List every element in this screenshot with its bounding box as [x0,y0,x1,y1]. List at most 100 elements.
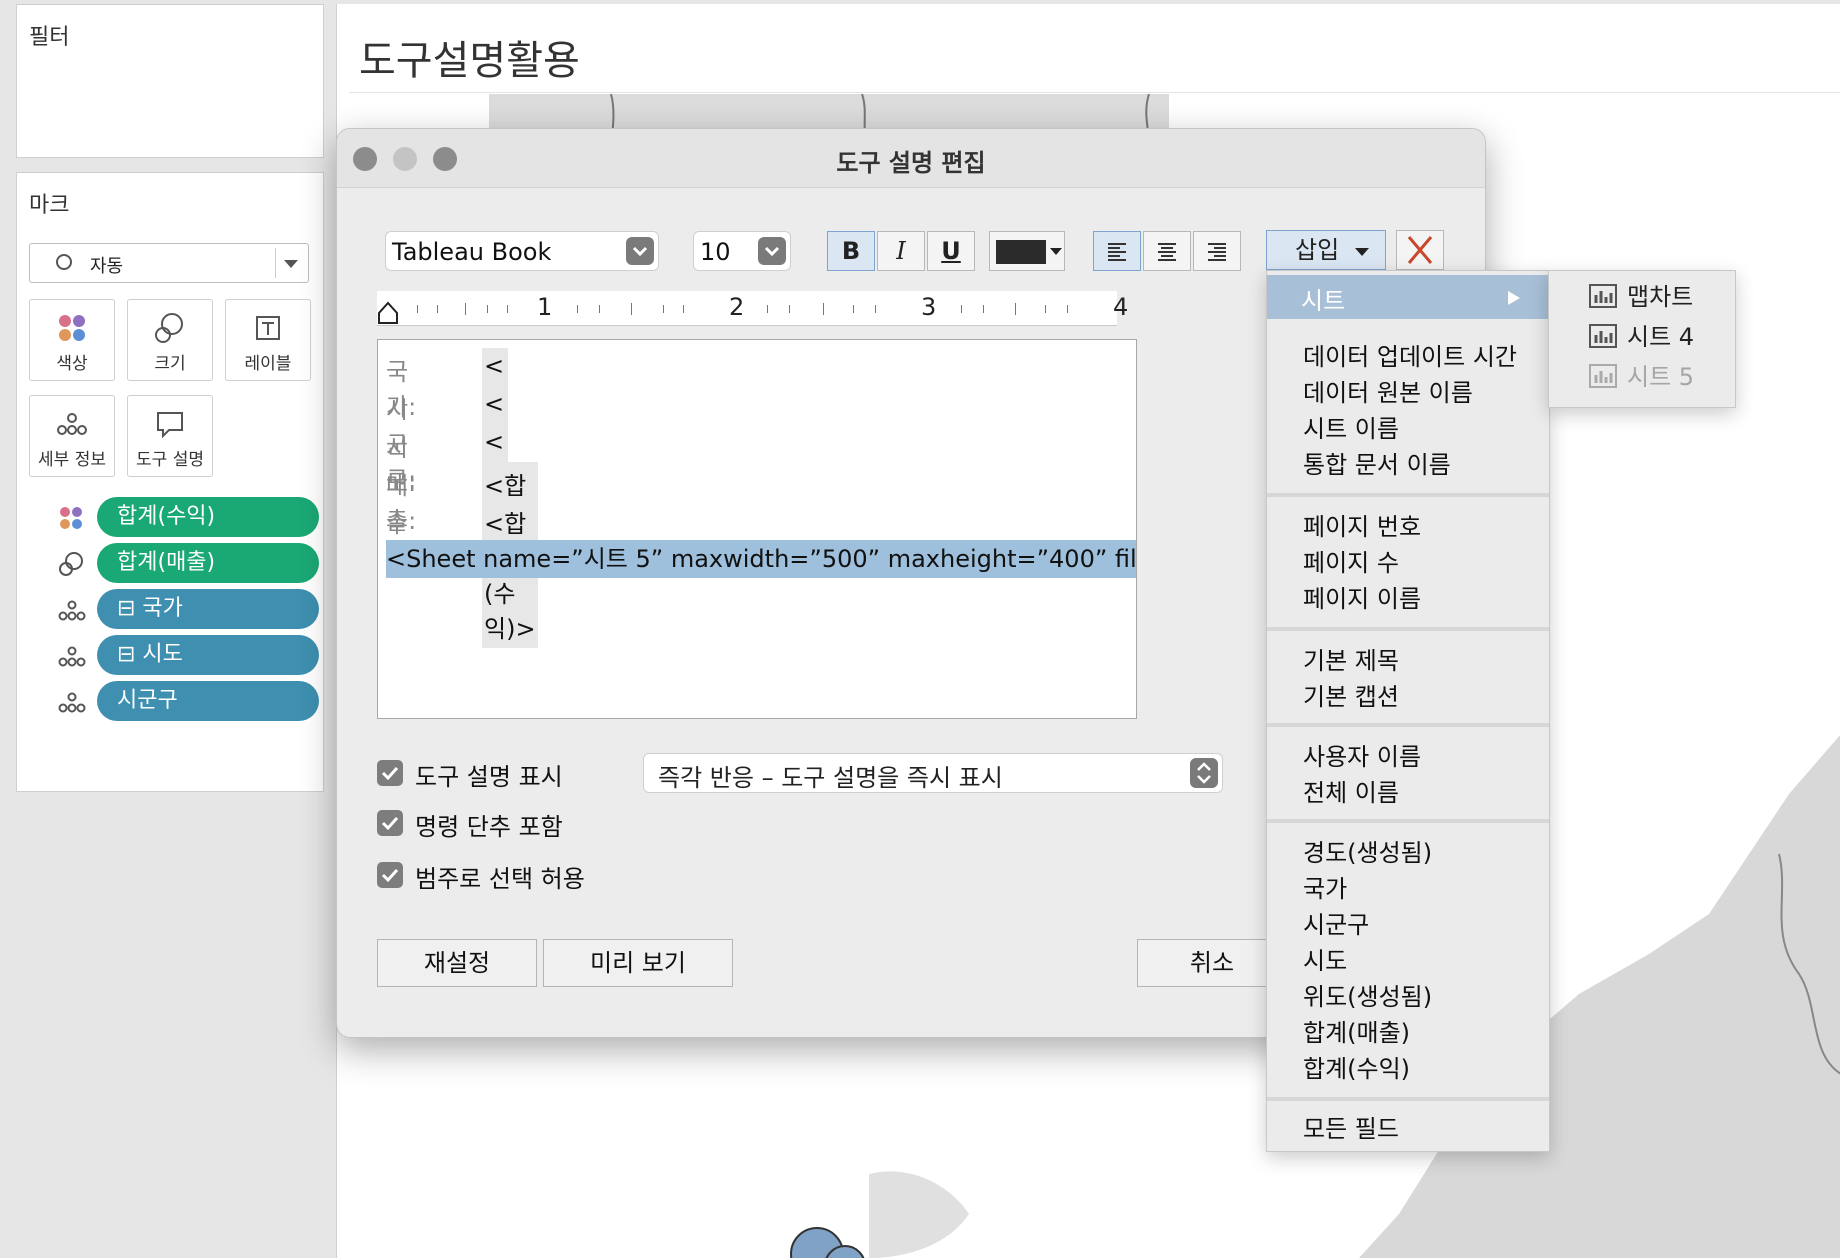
ruler-tick [417,305,418,313]
submenu-arrow-icon [1508,291,1520,305]
menu-item-district[interactable]: 시군구 [1303,905,1369,940]
tooltip-button[interactable]: 도구 설명 [127,395,213,477]
bold-button[interactable]: B [827,231,875,271]
align-center-button[interactable] [1143,231,1191,271]
menu-item-all-fields[interactable]: 모든 필드 [1303,1109,1399,1144]
bar-chart-icon [1589,284,1617,308]
submenu-item-sheet-4[interactable]: 시트 4 [1589,315,1729,351]
menu-item-data-update-time[interactable]: 데이터 업데이트 시간 [1303,337,1517,372]
ruler-tick [437,305,438,313]
ruler-number: 2 [729,293,745,321]
underline-button[interactable]: U [927,231,975,271]
menu-item-latitude[interactable]: 위도(생성됨) [1303,977,1432,1012]
label-button[interactable]: 레이블 [225,299,311,381]
menu-item-default-caption[interactable]: 기본 캡션 [1303,677,1399,712]
ruler: 1 2 3 4 [377,291,1128,326]
menu-item-province[interactable]: 시도 [1303,941,1347,976]
detail-button[interactable]: 세부 정보 [29,395,115,477]
menu-separator [1267,1097,1549,1101]
detail-button-label: 세부 정보 [38,450,106,470]
menu-separator [1267,493,1549,497]
align-right-button[interactable] [1193,231,1241,271]
menu-item-sheet[interactable]: 시트 [1301,281,1345,316]
cancel-button[interactable]: 취소 [1137,939,1287,987]
menu-item-page-count[interactable]: 페이지 수 [1303,543,1399,578]
detail-icon [57,689,87,715]
indent-marker-icon[interactable] [377,301,399,325]
menu-item-longitude[interactable]: 경도(생성됨) [1303,833,1432,868]
menu-item-full-name[interactable]: 전체 이름 [1303,773,1399,808]
color-swatch [996,240,1046,264]
label-button-label: 레이블 [244,354,292,374]
ruler-tick [961,305,962,313]
ruler-tick [789,305,790,313]
filters-shelf[interactable]: 필터 [16,4,324,158]
detail-icon [57,643,87,669]
menu-item-page-name[interactable]: 페이지 이름 [1303,579,1421,614]
ruler-tick [663,305,664,313]
dropdown-divider [275,248,276,278]
ruler-tick [1045,305,1046,313]
menu-item-user-name[interactable]: 사용자 이름 [1303,737,1421,772]
marks-card: 마크 자동 색상 크기 레이블 세부 정보 도구 설명 합계(수익) 합계(매출… [16,172,324,792]
include-command-buttons-checkbox[interactable] [377,810,403,836]
ruler-tick [507,305,508,313]
ruler-number: 3 [921,293,937,321]
menu-item-workbook-name[interactable]: 통합 문서 이름 [1303,445,1451,480]
ruler-tick [767,305,768,313]
clear-button[interactable] [1396,230,1444,270]
size-icon [128,310,212,346]
ruler-tick [1015,303,1016,315]
dialog-titlebar[interactable]: 도구 설명 편집 [337,129,1485,188]
size-button[interactable]: 크기 [127,299,213,381]
align-center-icon [1158,243,1176,261]
reset-button[interactable]: 재설정 [377,939,537,987]
show-tooltip-checkbox[interactable] [377,760,403,786]
sheet-title: 도구설명활용 [359,38,580,84]
label-icon [226,310,310,346]
submenu-item-map-chart[interactable]: 맵차트 [1589,275,1729,311]
preview-button[interactable]: 미리 보기 [543,939,733,987]
pill-province[interactable]: ⊟ 시도 [97,635,319,675]
ruler-tick [983,305,984,313]
sheet-submenu: 맵차트 시트 4 시트 5 [1548,270,1736,408]
align-left-button[interactable] [1093,231,1141,271]
font-family-value: Tableau Book [392,238,552,266]
allow-selection-by-category-checkbox[interactable] [377,862,403,888]
pill-country[interactable]: ⊟ 국가 [97,589,319,629]
insert-button[interactable]: 삽입 [1266,230,1386,270]
ruler-tick [823,303,824,315]
font-size-select[interactable]: 10 [693,231,791,271]
menu-item-sum-profit[interactable]: 합계(수익) [1303,1049,1410,1084]
ruler-tick [875,305,876,313]
color-dots-icon [30,310,114,346]
menu-item-default-title[interactable]: 기본 제목 [1303,641,1399,676]
menu-item-page-number[interactable]: 페이지 번호 [1303,507,1421,542]
font-size-value: 10 [700,238,731,266]
italic-button[interactable]: I [877,231,925,271]
color-button[interactable]: 색상 [29,299,115,381]
menu-item-sum-sales[interactable]: 합계(매출) [1303,1013,1410,1048]
ruler-tick [599,305,600,313]
submenu-item-label: 시트 5 [1627,363,1695,391]
font-family-select[interactable]: Tableau Book [385,231,659,271]
text-color-picker[interactable] [989,231,1065,271]
checkmark-icon [381,816,399,831]
color-dots-icon [57,505,87,531]
tooltip-text-editor[interactable]: 국가: <국가> 시군구: <시군구> 시도: <시도> 매출: <합계(매출)… [377,339,1137,719]
mark-type-label: 자동 [90,256,124,277]
tooltip-behavior-select[interactable]: 즉각 반응 – 도구 설명을 즉시 표시 [643,753,1223,793]
sheet-tag-selected[interactable]: <Sheet name=”시트 5” maxwidth=”500” maxhei… [386,540,1136,578]
menu-item-country[interactable]: 국가 [1303,869,1347,904]
tooltip-behavior-value: 즉각 반응 – 도구 설명을 즉시 표시 [658,764,1003,792]
menu-item-data-source-name[interactable]: 데이터 원본 이름 [1303,373,1473,408]
chevron-down-icon [1355,248,1369,256]
pill-district[interactable]: 시군구 [97,681,319,721]
insert-label: 삽입 [1295,236,1340,264]
pill-sum-profit[interactable]: 합계(수익) [97,497,319,537]
pill-sum-sales[interactable]: 합계(매출) [97,543,319,583]
menu-item-sheet-name[interactable]: 시트 이름 [1303,409,1399,444]
checkmark-icon [381,766,399,781]
mark-type-dropdown[interactable]: 자동 [29,243,309,283]
ruler-tick [1067,305,1068,313]
